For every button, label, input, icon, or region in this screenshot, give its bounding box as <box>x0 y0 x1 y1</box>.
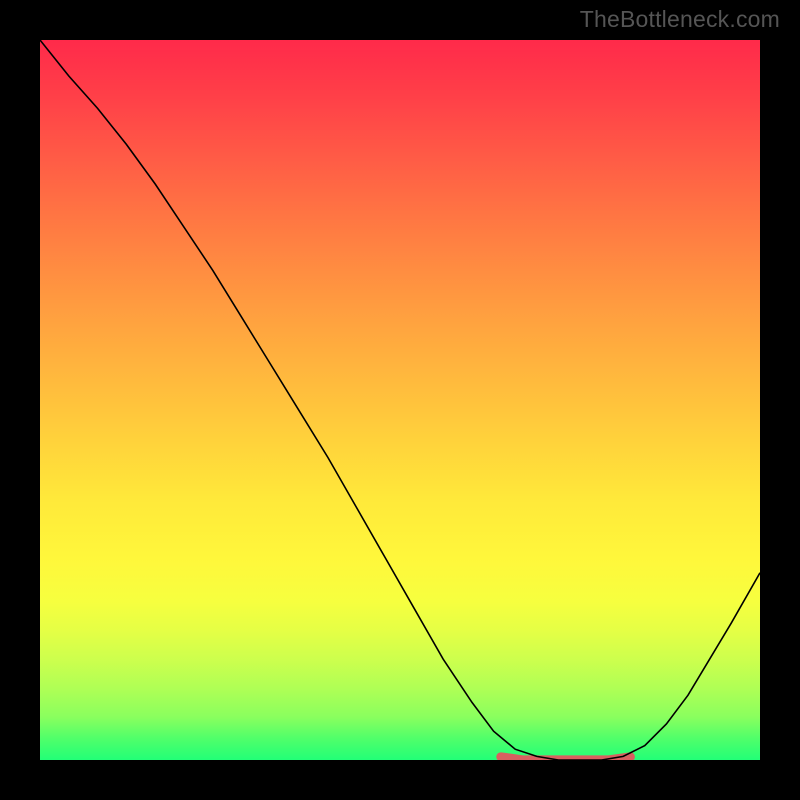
curve-line <box>40 40 760 760</box>
chart-svg <box>40 40 760 760</box>
plot-area <box>40 40 760 760</box>
watermark-text: TheBottleneck.com <box>580 6 780 33</box>
chart-container: TheBottleneck.com <box>0 0 800 800</box>
